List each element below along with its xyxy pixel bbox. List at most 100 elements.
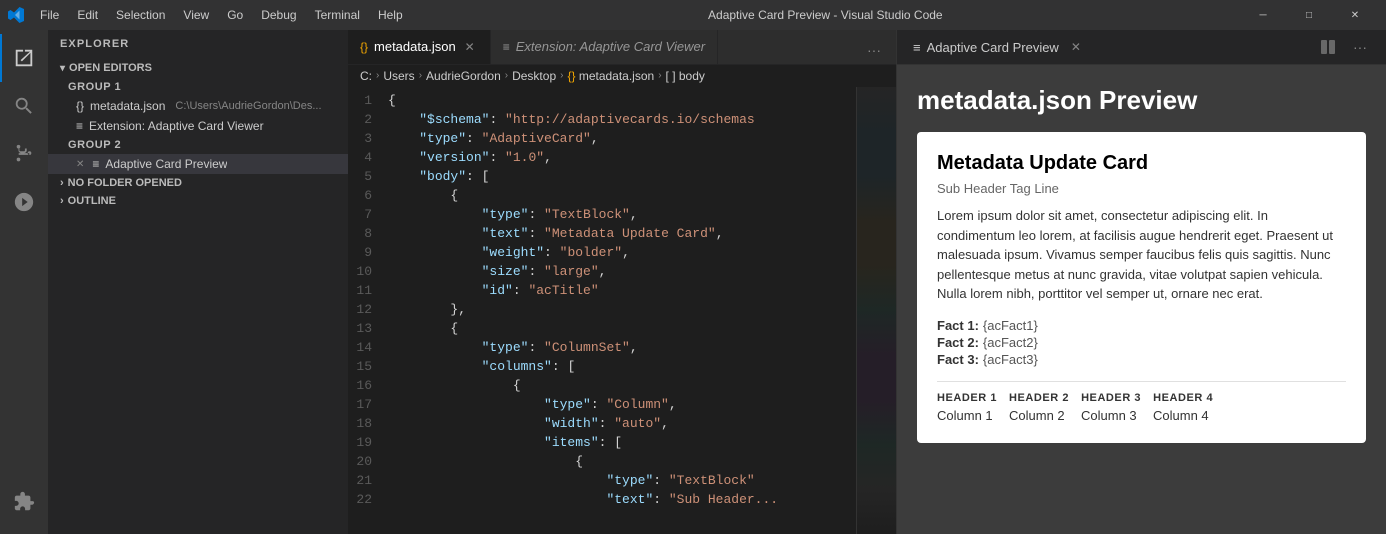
fact-label: Fact 3:: [937, 352, 979, 367]
line-content: "type": "TextBlock": [388, 471, 755, 490]
breadcrumb-metadata[interactable]: {} metadata.json: [567, 69, 654, 83]
close-button[interactable]: ✕: [1332, 0, 1378, 30]
breadcrumb-desktop[interactable]: Desktop: [512, 69, 556, 83]
breadcrumb: C: › Users › AudrieGordon › Desktop › {}…: [348, 65, 896, 87]
sidebar-item-metadata-text: metadata.json: [90, 99, 165, 113]
line-number: 21: [348, 471, 388, 490]
card-table: HEADER 1HEADER 2HEADER 3HEADER 4 Column …: [937, 392, 1346, 423]
explorer-icon: [13, 47, 35, 69]
sidebar-item-preview[interactable]: ✕ ≡ Adaptive Card Preview: [48, 154, 348, 174]
code-line: 1{: [348, 91, 856, 110]
preview-tab-icon: ≡: [913, 40, 921, 55]
maximize-button[interactable]: □: [1286, 0, 1332, 30]
activity-run[interactable]: [0, 178, 48, 226]
line-content: "type": "TextBlock",: [388, 205, 638, 224]
outline-section[interactable]: › OUTLINE: [48, 192, 348, 210]
vscode-icon: [8, 7, 24, 23]
titlebar: File Edit Selection View Go Debug Termin…: [0, 0, 1386, 30]
extension-icon: ≡: [76, 119, 83, 133]
tab-metadata-json[interactable]: {} metadata.json ✕: [348, 30, 491, 64]
line-content: "type": "ColumnSet",: [388, 338, 638, 357]
menu-help[interactable]: Help: [370, 0, 411, 30]
sidebar: EXPLORER ▾ OPEN EDITORS GROUP 1 {} metad…: [48, 30, 348, 534]
line-number: 8: [348, 224, 388, 243]
line-number: 4: [348, 148, 388, 167]
preview-tab-close[interactable]: ✕: [1071, 40, 1081, 54]
tab-metadata-close[interactable]: ✕: [462, 39, 478, 55]
line-content: },: [388, 300, 466, 319]
code-line: 9 "weight": "bolder",: [348, 243, 856, 262]
menu-go[interactable]: Go: [219, 0, 251, 30]
menu-view[interactable]: View: [175, 0, 217, 30]
code-line: 19 "items": [: [348, 433, 856, 452]
sidebar-item-adaptive-viewer[interactable]: ≡ Extension: Adaptive Card Viewer: [48, 116, 348, 136]
code-editor[interactable]: 1{2 "$schema": "http://adaptivecards.io/…: [348, 87, 856, 534]
line-content: "id": "acTitle": [388, 281, 599, 300]
breadcrumb-c[interactable]: C:: [360, 69, 372, 83]
code-line: 11 "id": "acTitle": [348, 281, 856, 300]
card-divider: [937, 381, 1346, 382]
code-line: 22 "text": "Sub Header...: [348, 490, 856, 509]
menu-edit[interactable]: Edit: [69, 0, 106, 30]
card-fact: Fact 2: {acFact2}: [937, 335, 1346, 350]
tab-adaptive-viewer[interactable]: ≡ Extension: Adaptive Card Viewer: [491, 30, 718, 64]
menu-selection[interactable]: Selection: [108, 0, 173, 30]
line-number: 16: [348, 376, 388, 395]
minimap[interactable]: [856, 87, 896, 534]
activity-source-control[interactable]: [0, 130, 48, 178]
tab-bar: {} metadata.json ✕ ≡ Extension: Adaptive…: [348, 30, 896, 65]
table-row: Column 1Column 2Column 3Column 4: [937, 408, 1346, 423]
table-cell: Column 3: [1081, 408, 1141, 423]
card-table-rows: Column 1Column 2Column 3Column 4: [937, 408, 1346, 423]
breadcrumb-audriegordon[interactable]: AudrieGordon: [426, 69, 501, 83]
tab-metadata-label: metadata.json: [374, 39, 456, 54]
preview-close-x[interactable]: ✕: [76, 159, 84, 170]
open-editors-label: OPEN EDITORS: [69, 62, 152, 74]
line-number: 18: [348, 414, 388, 433]
open-editors-arrow: ▾: [60, 63, 65, 74]
preview-more-button[interactable]: ···: [1346, 33, 1374, 61]
window-title: Adaptive Card Preview - Visual Studio Co…: [411, 8, 1240, 22]
breadcrumb-users[interactable]: Users: [383, 69, 414, 83]
line-number: 12: [348, 300, 388, 319]
activity-explorer[interactable]: [0, 34, 48, 82]
run-icon: [13, 191, 35, 213]
activity-search[interactable]: [0, 82, 48, 130]
table-header-cell: HEADER 3: [1081, 392, 1141, 404]
preview-content: metadata.json Preview Metadata Update Ca…: [897, 65, 1386, 534]
minimize-button[interactable]: ─: [1240, 0, 1286, 30]
preview-tab-bar: ≡ Adaptive Card Preview ✕ ···: [897, 30, 1386, 65]
line-content: "text": "Sub Header...: [388, 490, 778, 509]
breadcrumb-body[interactable]: [ ] body: [666, 69, 705, 83]
outline-arrow: ›: [60, 195, 64, 207]
line-number: 10: [348, 262, 388, 281]
menu-file[interactable]: File: [32, 0, 67, 30]
json-file-icon: {}: [76, 99, 84, 113]
code-line: 13 {: [348, 319, 856, 338]
tab-adaptive-viewer-label: Extension: Adaptive Card Viewer: [516, 39, 705, 54]
menu-terminal[interactable]: Terminal: [307, 0, 368, 30]
line-number: 14: [348, 338, 388, 357]
source-control-icon: [13, 143, 35, 165]
line-content: "$schema": "http://adaptivecards.io/sche…: [388, 110, 755, 129]
line-content: "type": "AdaptiveCard",: [388, 129, 599, 148]
menu-debug[interactable]: Debug: [253, 0, 304, 30]
activity-extensions[interactable]: [0, 478, 48, 526]
table-header-cell: HEADER 4: [1153, 392, 1213, 404]
preview-icon: ≡: [92, 157, 99, 171]
line-number: 17: [348, 395, 388, 414]
line-number: 1: [348, 91, 388, 110]
fact-value: {acFact1}: [983, 318, 1038, 333]
sidebar-item-adaptive-viewer-text: Extension: Adaptive Card Viewer: [89, 119, 264, 133]
table-header-cell: HEADER 1: [937, 392, 997, 404]
preview-split-button[interactable]: [1314, 33, 1342, 61]
open-editors-section[interactable]: ▾ OPEN EDITORS: [48, 58, 348, 78]
fact-label: Fact 1:: [937, 318, 979, 333]
preview-tab[interactable]: ≡ Adaptive Card Preview ✕: [909, 30, 1085, 65]
no-folder-section[interactable]: › NO FOLDER OPENED: [48, 174, 348, 192]
line-content: "version": "1.0",: [388, 148, 552, 167]
more-actions-button[interactable]: ···: [860, 36, 888, 64]
sidebar-item-metadata-json[interactable]: {} metadata.json C:\Users\AudrieGordon\D…: [48, 96, 348, 116]
line-number: 5: [348, 167, 388, 186]
extensions-icon: [13, 491, 35, 513]
